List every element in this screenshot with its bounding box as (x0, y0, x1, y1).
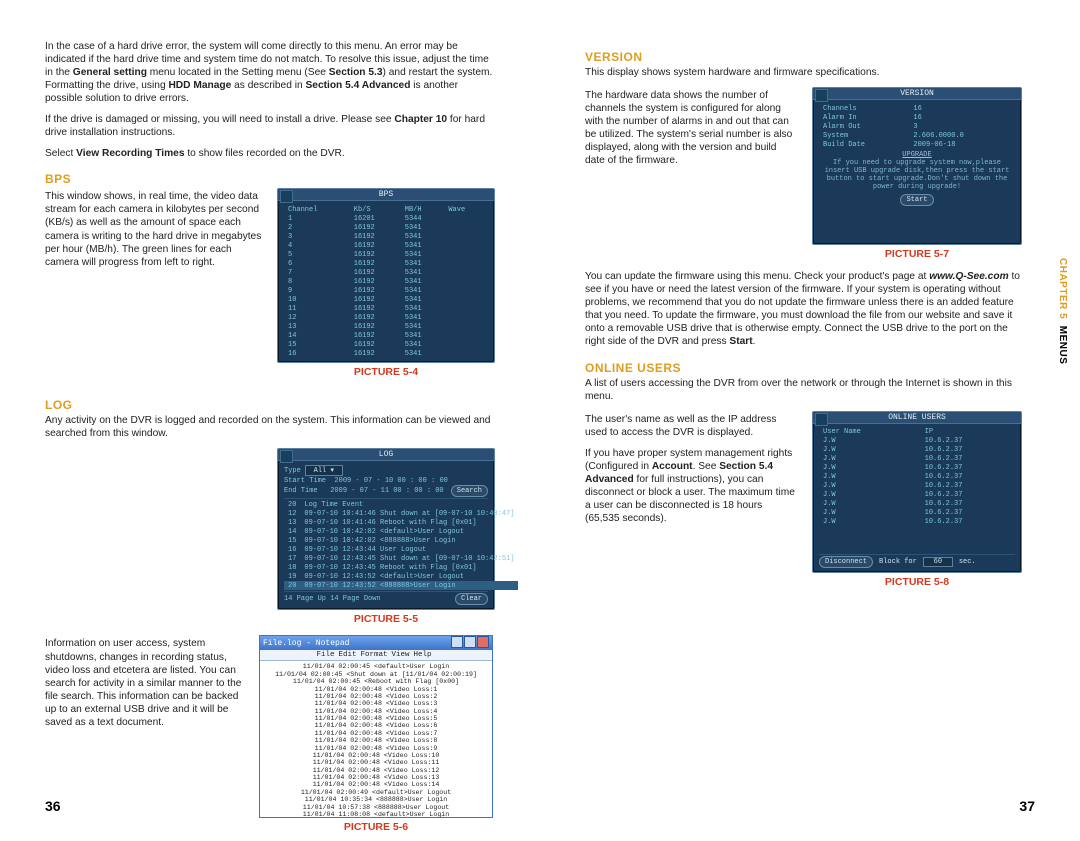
log-text-1: Any activity on the DVR is logged and re… (45, 414, 495, 440)
log-table: 20Log Time Event1209-07-10 10:41:46 Shut… (284, 500, 518, 590)
figure-5-5-caption: PICTURE 5-5 (277, 613, 495, 625)
figure-5-6-caption: PICTURE 5-6 (259, 821, 493, 833)
online-users-text-3: If you have proper system management rig… (585, 447, 798, 525)
window-icon (815, 89, 828, 102)
page-36: In the case of a hard drive error, the s… (0, 0, 540, 834)
version-text-3: You can update the firmware using this m… (585, 270, 1022, 348)
online-users-heading: ONLINE USERS (585, 361, 1022, 375)
figure-5-4: BPS ChannelKb/SMB/HWave11620153442161925… (277, 188, 495, 363)
log-clear-button[interactable]: Clear (455, 593, 488, 605)
version-heading: VERSION (585, 50, 1022, 64)
notepad-content: 11/01/04 02:00:45 <default>User Login11/… (260, 661, 492, 817)
online-users-text-1: A list of users accessing the DVR from o… (585, 377, 1022, 403)
figure-5-7-caption: PICTURE 5-7 (812, 248, 1022, 260)
block-seconds-input[interactable]: 60 (923, 557, 953, 567)
figure-5-5: LOG Type All ▾ Start Time 2009 - 07 - 10… (277, 448, 495, 610)
figure-5-7: VERSION Channels16Alarm In16Alarm Out3Sy… (812, 87, 1022, 245)
version-text-1: This display shows system hardware and f… (585, 66, 1022, 79)
figure-5-4-caption: PICTURE 5-4 (277, 366, 495, 378)
figure-5-8: ONLINE USERS User NameIPJ.W10.6.2.37J.W1… (812, 411, 1022, 573)
figure-5-6: File.log - Notepad FileEditFormatViewHel… (259, 635, 493, 818)
online-users-text-2: The user's name as well as the IP addres… (585, 413, 798, 439)
notepad-menubar[interactable]: FileEditFormatViewHelp (260, 650, 492, 661)
log-search-button[interactable]: Search (451, 485, 488, 497)
intro-para-2: If the drive is damaged or missing, you … (45, 113, 495, 139)
online-users-table: User NameIPJ.W10.6.2.37J.W10.6.2.37J.W10… (819, 428, 1015, 527)
intro-para-3: Select View Recording Times to show file… (45, 147, 495, 160)
log-text-2: Information on user access, system shutd… (45, 637, 245, 728)
bps-table: ChannelKb/SMB/HWave116201534421619253413… (284, 205, 488, 358)
window-icon (815, 413, 828, 426)
version-text-2: The hardware data shows the number of ch… (585, 89, 798, 167)
page-number-left: 36 (45, 798, 61, 814)
figure-5-8-caption: PICTURE 5-8 (812, 576, 1022, 588)
version-table: Channels16Alarm In16Alarm Out3System2.60… (819, 104, 1015, 149)
upgrade-start-button[interactable]: Start (900, 194, 933, 206)
disconnect-button[interactable]: Disconnect (819, 556, 873, 568)
page-number-right: 37 (1019, 798, 1035, 814)
minimize-icon[interactable] (451, 636, 463, 648)
online-users-block: The user's name as well as the IP addres… (585, 411, 1022, 596)
log-block-2: Information on user access, system shutd… (45, 635, 495, 841)
bps-block: This window shows, in real time, the vid… (45, 188, 495, 386)
log-type-select[interactable]: All ▾ (305, 465, 343, 476)
maximize-icon[interactable] (464, 636, 476, 648)
version-block: The hardware data shows the number of ch… (585, 87, 1022, 268)
intro-para-1: In the case of a hard drive error, the s… (45, 40, 495, 105)
window-icon (280, 450, 293, 463)
page-37: CHAPTER 5 MENUS VERSION This display sho… (540, 0, 1080, 834)
window-buttons (450, 636, 489, 651)
bps-text: This window shows, in real time, the vid… (45, 190, 263, 268)
bps-heading: BPS (45, 172, 495, 186)
log-heading: LOG (45, 398, 495, 412)
window-icon (280, 190, 293, 203)
close-icon[interactable] (477, 636, 489, 648)
chapter-tab: CHAPTER 5 MENUS (1057, 256, 1068, 366)
